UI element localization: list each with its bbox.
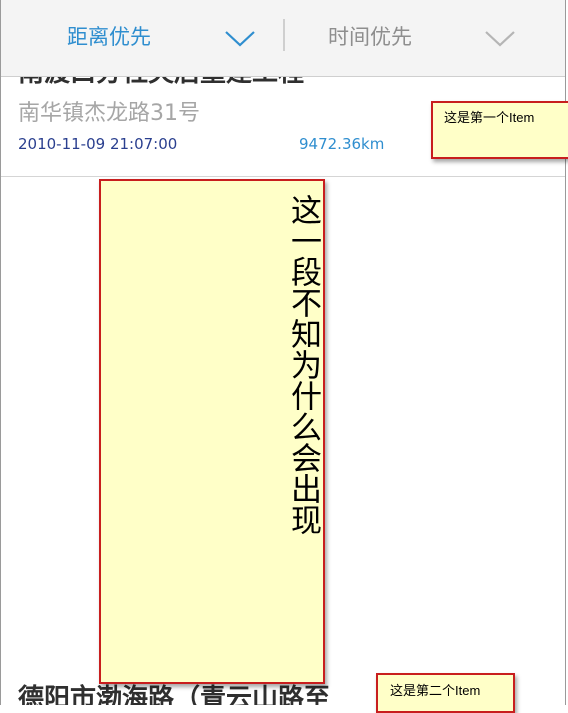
item-title[interactable]: 德阳市渤海路（青云山路至 xyxy=(18,681,330,705)
tab-time-first[interactable]: 时间优先 xyxy=(285,0,565,76)
sort-tab-bar: 距离优先 时间优先 xyxy=(1,0,565,77)
chevron-down-icon[interactable] xyxy=(223,26,257,50)
item-title: 南渡口分社灾后重建工程 xyxy=(18,77,304,91)
annotation-note-first-item: 这是第一个Item xyxy=(431,101,568,159)
tab-distance-label: 距离优先 xyxy=(67,25,151,49)
item-time: 2010-11-09 21:07:00 xyxy=(18,135,178,153)
annotation-note-unexpected-gap: 这一段不知为什么会出现 xyxy=(99,179,325,684)
tab-time-label: 时间优先 xyxy=(328,25,412,49)
tab-distance-first[interactable]: 距离优先 xyxy=(1,0,284,76)
item-address: 南华镇杰龙路31号 xyxy=(18,101,200,126)
annotation-note-second-item: 这是第二个Item xyxy=(376,673,515,713)
chevron-down-icon[interactable] xyxy=(483,26,517,50)
item-distance: 9472.36km xyxy=(299,135,385,153)
